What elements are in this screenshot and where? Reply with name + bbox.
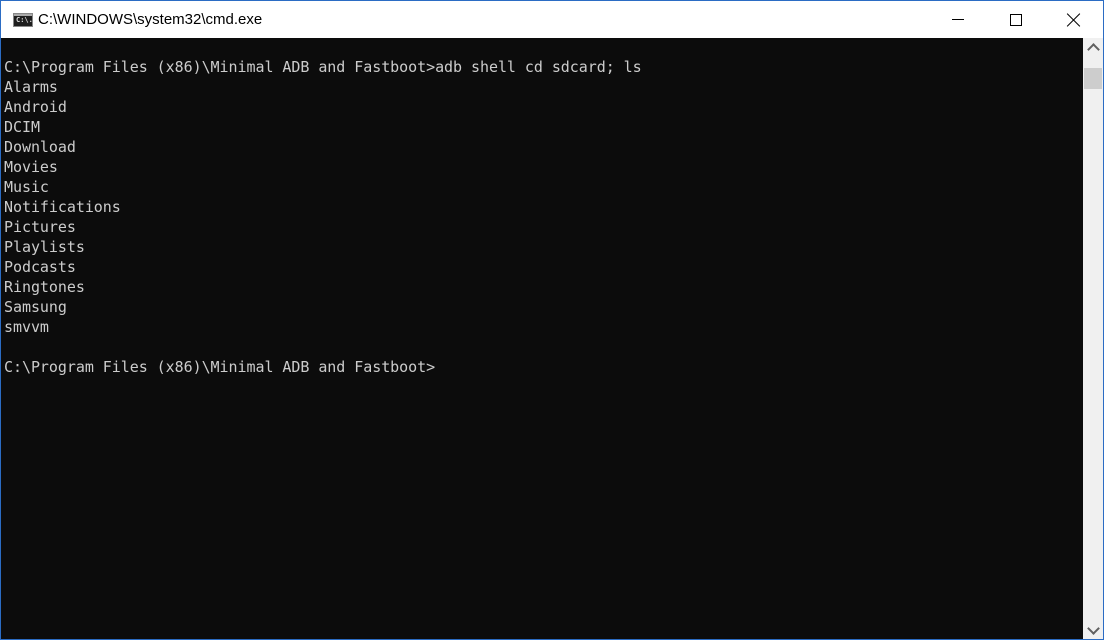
console-line: Movies (4, 158, 58, 176)
scroll-down-button[interactable] (1083, 621, 1103, 639)
window-title: C:\WINDOWS\system32\cmd.exe (38, 11, 263, 28)
maximize-button[interactable] (987, 1, 1045, 38)
chevron-down-icon (1086, 621, 1100, 635)
close-icon (1067, 13, 1081, 27)
console-line: Android (4, 98, 67, 116)
chevron-up-icon (1086, 42, 1100, 56)
vertical-scrollbar[interactable] (1083, 38, 1103, 639)
console-line: smvvm (4, 318, 49, 336)
minimize-icon (952, 19, 964, 20)
console-line: Music (4, 178, 49, 196)
console-line: Ringtones (4, 278, 85, 296)
command-prompt: C:\Program Files (x86)\Minimal ADB and F… (4, 358, 436, 376)
console-line: Pictures (4, 218, 76, 236)
console-output[interactable]: C:\Program Files (x86)\Minimal ADB and F… (1, 38, 1083, 639)
cmd-icon[interactable]: C:\. (13, 13, 33, 27)
cmd-icon-label: C:\. (16, 16, 33, 24)
title-bar[interactable]: C:\. C:\WINDOWS\system32\cmd.exe (1, 1, 1103, 38)
console-line: Playlists (4, 238, 85, 256)
minimize-button[interactable] (929, 1, 987, 38)
close-button[interactable] (1045, 1, 1103, 38)
console-line: C:\Program Files (x86)\Minimal ADB and F… (4, 58, 642, 76)
maximize-icon (1010, 13, 1022, 26)
cmd-window: C:\. C:\WINDOWS\system32\cmd.exe C:\Prog… (0, 0, 1104, 640)
console-line: Download (4, 138, 76, 156)
console-line: Samsung (4, 298, 67, 316)
console-line: Alarms (4, 78, 58, 96)
scroll-up-button[interactable] (1083, 38, 1103, 56)
console-line: Notifications (4, 198, 121, 216)
console-line: DCIM (4, 118, 40, 136)
console-line: Podcasts (4, 258, 76, 276)
scrollbar-thumb[interactable] (1084, 68, 1102, 89)
